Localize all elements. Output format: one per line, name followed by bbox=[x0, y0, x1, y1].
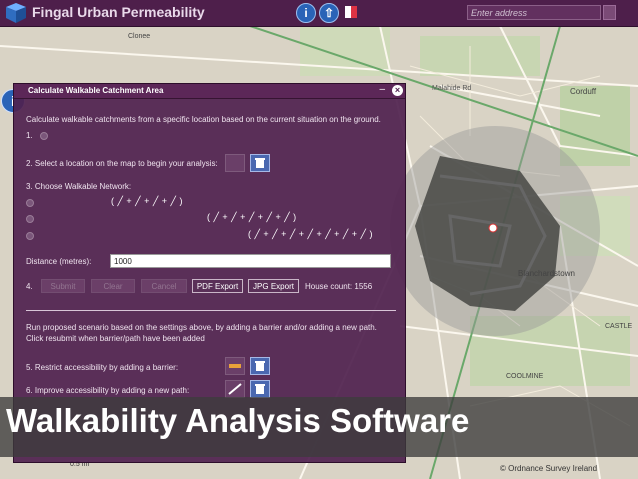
add-path-button[interactable] bbox=[225, 380, 245, 398]
clear-location-button[interactable] bbox=[250, 154, 270, 172]
step-2-label: 2. Select a location on the map to begin… bbox=[26, 159, 218, 168]
select-location-button[interactable] bbox=[225, 154, 245, 172]
map-label-corduff: Corduff bbox=[570, 87, 597, 96]
step-5-label: 5. Restrict accessibility by adding a ba… bbox=[26, 363, 179, 372]
up-arrow-icon[interactable]: ⇧ bbox=[319, 3, 339, 23]
address-search-input[interactable] bbox=[467, 5, 601, 20]
step-6-label: 6. Improve accessibility by adding a new… bbox=[26, 386, 190, 395]
info-icon[interactable]: i bbox=[296, 3, 316, 23]
step-1-radio[interactable] bbox=[40, 132, 48, 140]
panel-title: Calculate Walkable Catchment Area bbox=[28, 86, 164, 95]
trash-icon bbox=[255, 158, 265, 168]
section-divider bbox=[26, 310, 396, 311]
house-count: House count: 1556 bbox=[305, 282, 373, 291]
panel-intro: Calculate walkable catchments from a spe… bbox=[26, 115, 381, 124]
app-title: Fingal Urban Permeability bbox=[32, 4, 205, 20]
jpg-export-button[interactable]: JPG Export bbox=[248, 279, 299, 293]
network-option-2-symbols: ( ╱ + ╱ + ╱ + ╱ + ╱ ) bbox=[207, 212, 297, 222]
clear-path-button[interactable] bbox=[250, 380, 270, 398]
app-logo-icon bbox=[6, 3, 26, 23]
minimize-icon[interactable]: – bbox=[379, 84, 385, 95]
network-option-1-radio[interactable] bbox=[26, 199, 34, 207]
cancel-button[interactable]: Cancel bbox=[141, 279, 187, 293]
network-option-3-symbols: ( ╱ + ╱ + ╱ + ╱ + ╱ + ╱ + ╱ ) bbox=[248, 229, 373, 239]
network-option-3-radio[interactable] bbox=[26, 232, 34, 240]
map-label-clonee: Clonee bbox=[128, 33, 150, 40]
add-barrier-button[interactable] bbox=[225, 357, 245, 375]
network-option-2-radio[interactable] bbox=[26, 215, 34, 223]
map-label-blanchardstown: Blanchardstown bbox=[518, 269, 575, 278]
step-4-label: 4. bbox=[26, 282, 33, 291]
proposed-scenario-text: Run proposed scenario based on the setti… bbox=[26, 323, 377, 332]
submit-button[interactable]: Submit bbox=[41, 279, 85, 293]
trash-icon bbox=[255, 361, 265, 371]
path-icon bbox=[228, 383, 242, 395]
map-label-malahide: Malahide Rd bbox=[432, 85, 471, 92]
pdf-export-button[interactable]: PDF Export bbox=[192, 279, 243, 293]
panel-header: Calculate Walkable Catchment Area – × bbox=[14, 84, 405, 99]
book-icon[interactable] bbox=[343, 4, 359, 20]
caption-title: Walkability Analysis Software bbox=[6, 402, 470, 439]
clear-button[interactable]: Clear bbox=[91, 279, 135, 293]
close-icon[interactable]: × bbox=[392, 85, 403, 96]
map-label-castle: CASTLE bbox=[605, 323, 633, 330]
app-header: Fingal Urban Permeability i ⇧ bbox=[0, 0, 638, 27]
distance-input[interactable] bbox=[110, 254, 391, 268]
proposed-scenario-hint: Click resubmit when barrier/path have be… bbox=[26, 334, 205, 343]
search-go-button[interactable] bbox=[603, 5, 616, 20]
trash-icon bbox=[255, 384, 265, 394]
step-3-label: 3. Choose Walkable Network: bbox=[26, 182, 132, 191]
clear-barrier-button[interactable] bbox=[250, 357, 270, 375]
map-attribution: © Ordnance Survey Ireland bbox=[500, 464, 597, 473]
network-option-1-symbols: ( ╱ + ╱ + ╱ + ╱ ) bbox=[111, 196, 183, 206]
barrier-icon bbox=[229, 364, 241, 368]
step-1-label: 1. bbox=[26, 131, 33, 140]
distance-label: Distance (metres): bbox=[26, 257, 92, 266]
map-label-coolmine: COOLMINE bbox=[506, 373, 544, 380]
